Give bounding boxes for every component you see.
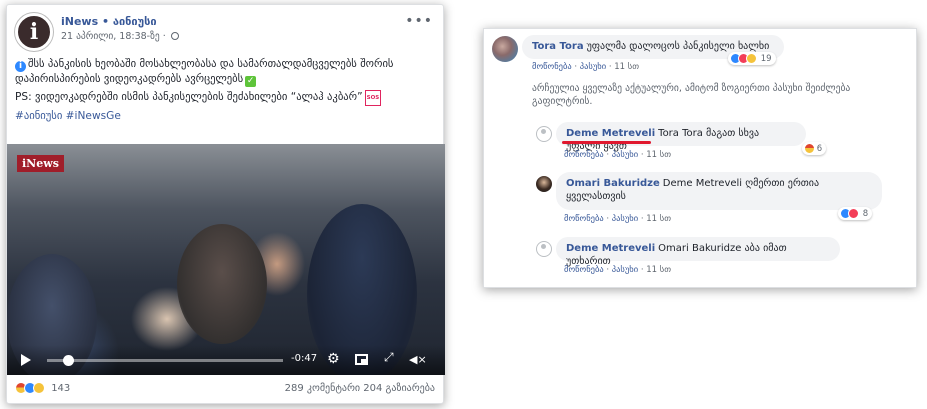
avatar[interactable] — [492, 36, 518, 62]
comment-reactions[interactable]: 6 — [802, 142, 827, 155]
comment-time[interactable]: 11 სთ — [646, 214, 671, 224]
video-figure — [177, 224, 267, 344]
avatar[interactable] — [536, 176, 552, 192]
reply-link[interactable]: პასუხი — [612, 150, 638, 160]
sos-icon: SOS — [364, 90, 382, 106]
post-text-line1: შსს პანკისის ხეობაში მოსახლეობასა და სამ… — [15, 58, 394, 85]
facebook-post: i iNews • აინიუსი 21 აპრილი, 18:38-ზე · … — [6, 4, 445, 404]
post-text-main: i შსს პანკისის ხეობაში მოსახლეობასა და სა… — [15, 57, 437, 87]
comment-author[interactable]: Deme Metreveli — [566, 243, 655, 254]
comment-reactions-count: 8 — [862, 209, 869, 219]
post-ps-text: PS: ვიდეოკადრებში ისმის პანკისელების შეძ… — [15, 91, 363, 103]
highlight-underline — [562, 141, 651, 144]
comment-reactions-count: 6 — [816, 144, 823, 154]
seek-handle[interactable] — [63, 355, 74, 366]
comment-time[interactable]: 11 სთ — [646, 265, 671, 275]
page-name[interactable]: iNews • აინიუსი — [61, 15, 157, 28]
video-controls: -0:47 ⚙ ⤢ ◀× — [7, 345, 445, 375]
page-avatar[interactable]: i — [15, 13, 53, 51]
comment-text: უფალმა დალოცოს პანკისელი ხალხი — [586, 41, 770, 52]
reactions-count[interactable]: 143 — [51, 383, 70, 394]
post-header: i iNews • აინიუსი 21 აპრილი, 18:38-ზე · … — [15, 13, 435, 51]
comment-reactions[interactable]: 8 — [838, 207, 873, 220]
volume-muted-icon[interactable]: ◀× — [409, 353, 427, 366]
sad-reaction-icon — [746, 53, 757, 64]
comment-actions: მოწონება · პასუხი · 11 სთ — [564, 150, 672, 160]
comment-time[interactable]: 11 სთ — [646, 150, 671, 160]
fullscreen-icon[interactable]: ⤢ — [384, 350, 394, 365]
more-options-icon[interactable]: ••• — [405, 13, 433, 29]
play-icon[interactable] — [21, 354, 31, 366]
like-link[interactable]: მოწონება — [532, 62, 572, 72]
picture-in-picture-icon[interactable] — [355, 354, 368, 365]
post-date-label[interactable]: 21 აპრილი, 18:38-ზე · — [61, 31, 166, 42]
comment-actions: მოწონება · პასუხი · 11 სთ — [532, 62, 640, 72]
comment-author[interactable]: Deme Metreveli — [566, 128, 655, 139]
like-link[interactable]: მოწონება — [564, 150, 604, 160]
globe-icon — [170, 32, 179, 40]
comment-bubble: Deme Metreveli Omari Bakuridze აბა იმათ უ… — [556, 237, 840, 267]
seek-bar[interactable] — [47, 355, 283, 366]
post-hashtags[interactable]: #აინიუსი #iNewsGe — [15, 109, 437, 123]
comments-panel: Tora Tora უფალმა დალოცოს პანკისელი ხალხი … — [483, 28, 917, 288]
like-link[interactable]: მოწონება — [564, 265, 604, 275]
page-name-suffix: • აინიუსი — [102, 15, 157, 28]
avatar[interactable] — [536, 126, 552, 142]
comments-shares-count[interactable]: 289 კომენტარი 204 გაზიარება — [285, 383, 435, 394]
page-name-label[interactable]: iNews — [61, 15, 98, 28]
sad-reaction-icon — [33, 382, 45, 394]
comment-reactions[interactable]: 19 — [728, 52, 776, 65]
post-body: i შსს პანკისის ხეობაში მოსახლეობასა და სა… — [15, 57, 437, 123]
angry-reaction-icon — [804, 143, 815, 154]
reply-link[interactable]: პასუხი — [612, 214, 638, 224]
love-reaction-icon — [848, 208, 859, 219]
comment-actions: მოწონება · პასუხი · 11 სთ — [564, 265, 672, 275]
check-mark-icon: ✓ — [245, 76, 257, 87]
comment-bubble: Omari Bakuridze Deme Metreveli ღმერთი ერთ… — [556, 172, 882, 210]
comment-time[interactable]: 11 სთ — [614, 62, 639, 72]
post-timestamp[interactable]: 21 აპრილი, 18:38-ზე · — [61, 31, 179, 42]
video-player[interactable]: iNews -0:47 ⚙ ⤢ ◀× — [7, 144, 445, 375]
reply-link[interactable]: პასუხი — [612, 265, 638, 275]
comment-author[interactable]: Tora Tora — [532, 41, 584, 52]
gear-icon[interactable]: ⚙ — [327, 352, 340, 366]
comment-actions: მოწონება · პასუხი · 11 სთ — [564, 214, 672, 224]
video-time: -0:47 — [291, 353, 318, 364]
comment-reactions-count: 19 — [760, 54, 772, 64]
avatar[interactable] — [536, 241, 552, 257]
comment-author[interactable]: Omari Bakuridze — [566, 178, 660, 189]
video-watermark: iNews — [17, 155, 64, 172]
info-icon: i — [15, 61, 26, 72]
post-footer: 143 289 კომენტარი 204 გაზიარება — [15, 380, 435, 398]
reply-link[interactable]: პასუხი — [580, 62, 606, 72]
reactions-summary[interactable]: 143 — [15, 382, 70, 394]
post-ps-line: PS: ვიდეოკადრებში ისმის პანკისელების შეძ… — [15, 90, 437, 106]
like-link[interactable]: მოწონება — [564, 214, 604, 224]
filter-notice: არჩეულია ყველაზე აქტუალური, ამიტომ ზოგიე… — [532, 83, 851, 107]
